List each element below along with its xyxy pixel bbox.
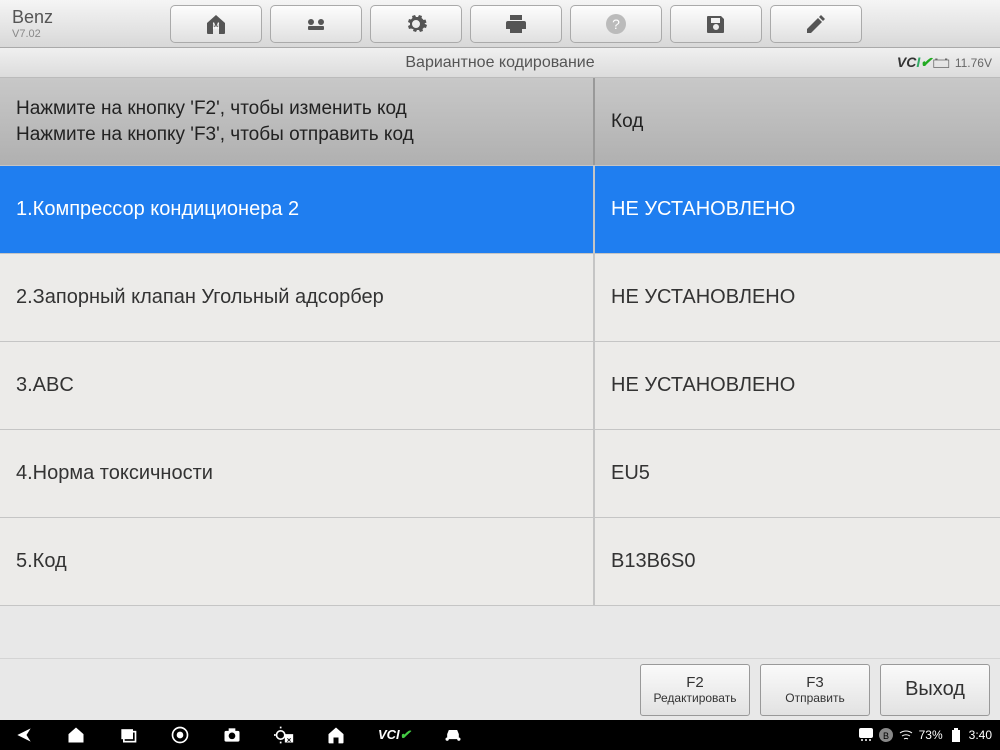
table-header-row: Нажмите на кнопку 'F2', чтобы изменить к… xyxy=(0,78,1000,166)
battery-status-icon xyxy=(949,728,963,742)
svg-text:?: ? xyxy=(612,16,620,32)
row-label: 1.Компрессор кондиционера 2 xyxy=(0,166,595,253)
table-row[interactable]: 1.Компрессор кондиционера 2 НЕ УСТАНОВЛЕ… xyxy=(0,166,1000,254)
row-label: 3.ABC xyxy=(0,342,595,429)
vci-badge: VCI✔ xyxy=(897,54,932,71)
wifi-icon xyxy=(899,728,913,742)
chrome-icon[interactable] xyxy=(170,725,190,745)
car-battery-indicator: 11.76V xyxy=(933,56,992,70)
edit-button[interactable] xyxy=(770,5,862,43)
row-value: B13B6S0 xyxy=(595,518,1000,605)
f3-send-button[interactable]: F3 Отправить xyxy=(760,664,870,716)
f3-line2: Отправить xyxy=(785,691,845,705)
footer-bar: F2 Редактировать F3 Отправить Выход xyxy=(0,658,1000,720)
row-label: 4.Норма токсичности xyxy=(0,430,595,517)
table-row[interactable]: 5.Код B13B6S0 xyxy=(0,518,1000,606)
save-icon xyxy=(704,12,728,36)
question-icon: ? xyxy=(604,12,628,36)
app-home-icon[interactable] xyxy=(326,725,346,745)
row-label: 5.Код xyxy=(0,518,595,605)
save-button[interactable] xyxy=(670,5,762,43)
row-value: НЕ УСТАНОВЛЕНО xyxy=(595,166,1000,253)
android-status: B 73% 3:40 xyxy=(859,728,1000,742)
gear-icon xyxy=(404,12,428,36)
row-label: 2.Запорный клапан Угольный адсорбер xyxy=(0,254,595,341)
android-home-icon[interactable] xyxy=(66,725,86,745)
top-toolbar: Benz V7.02 M ? xyxy=(0,0,1000,48)
svg-text:B: B xyxy=(883,731,889,741)
row-value: НЕ УСТАНОВЛЕНО xyxy=(595,254,1000,341)
camera-icon[interactable] xyxy=(222,725,242,745)
svg-text:M: M xyxy=(212,21,220,31)
f2-line2: Редактировать xyxy=(654,691,737,705)
f2-edit-button[interactable]: F2 Редактировать xyxy=(640,664,750,716)
voltage-value: 11.76V xyxy=(955,56,992,70)
help-button[interactable]: ? xyxy=(570,5,662,43)
engine-icon xyxy=(304,12,328,36)
car-icon[interactable] xyxy=(443,725,463,745)
table-row[interactable]: 3.ABC НЕ УСТАНОВЛЕНО xyxy=(0,342,1000,430)
notification-icon xyxy=(859,728,873,742)
battery-icon xyxy=(933,57,951,69)
app-title-box: Benz V7.02 xyxy=(6,7,166,40)
coding-table: Нажмите на кнопку 'F2', чтобы изменить к… xyxy=(0,78,1000,606)
exit-label: Выход xyxy=(905,678,965,701)
app-version: V7.02 xyxy=(12,28,166,40)
print-button[interactable] xyxy=(470,5,562,43)
settings-button[interactable] xyxy=(370,5,462,43)
pencil-icon xyxy=(804,12,828,36)
table-row[interactable]: 2.Запорный клапан Угольный адсорбер НЕ У… xyxy=(0,254,1000,342)
app-title: Benz xyxy=(12,7,166,28)
bluetooth-icon: B xyxy=(879,728,893,742)
exit-button[interactable]: Выход xyxy=(880,664,990,716)
header-instructions: Нажмите на кнопку 'F2', чтобы изменить к… xyxy=(0,78,595,165)
table-row[interactable]: 4.Норма токсичности EU5 xyxy=(0,430,1000,518)
battery-percent: 73% xyxy=(919,728,943,742)
row-value: EU5 xyxy=(595,430,1000,517)
back-icon[interactable] xyxy=(14,725,34,745)
vci-bottom-badge[interactable]: VCI✔ xyxy=(378,727,411,743)
header-code-label: Код xyxy=(595,78,1000,165)
android-nav-bar: VCI✔ B 73% 3:40 xyxy=(0,720,1000,750)
home-button[interactable]: M xyxy=(170,5,262,43)
f3-line1: F3 xyxy=(806,674,824,691)
home-icon: M xyxy=(204,12,228,36)
recent-apps-icon[interactable] xyxy=(118,725,138,745)
brightness-icon[interactable] xyxy=(274,725,294,745)
row-value: НЕ УСТАНОВЛЕНО xyxy=(595,342,1000,429)
printer-icon xyxy=(504,12,528,36)
page-title: Вариантное кодирование xyxy=(405,54,594,72)
vehicle-button[interactable] xyxy=(270,5,362,43)
f2-line1: F2 xyxy=(686,674,704,691)
clock: 3:40 xyxy=(969,728,992,742)
sub-header: Вариантное кодирование VCI✔ 11.76V xyxy=(0,48,1000,78)
